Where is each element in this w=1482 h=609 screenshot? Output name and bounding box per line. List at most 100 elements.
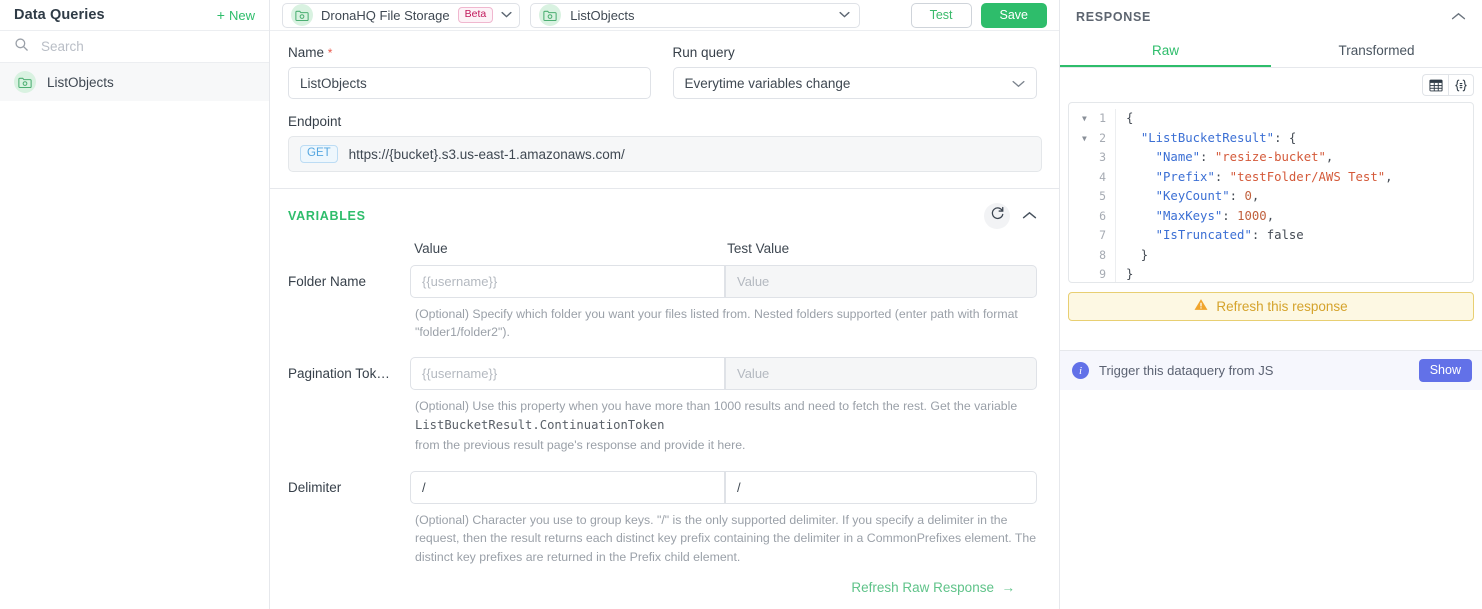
variables-header-actions [984,203,1037,229]
fold-toggle-icon[interactable]: ▼ [1082,109,1087,129]
connection-selector[interactable]: DronaHQ File Storage Beta [282,2,521,28]
response-title: RESPONSE [1076,10,1152,24]
refresh-raw-response-link[interactable]: Refresh Raw Response → [288,566,1037,605]
code-line-number: 8 [1099,247,1106,262]
table-view-icon[interactable] [1422,74,1448,96]
variable-help-prefix: (Optional) Specify which folder you want… [415,307,1018,340]
connection-name: DronaHQ File Storage [321,7,450,23]
code-line-text: "Name": "resize-bucket", [1115,148,1473,168]
sidebar-header: Data Queries + New [0,0,269,31]
folder-image-icon [539,4,562,26]
name-and-runquery-row: Name * Run query Everytime variables cha… [288,45,1037,99]
variable-label: Pagination Tok… [288,365,390,381]
operation-name: ListObjects [570,7,635,23]
tab-transformed[interactable]: Transformed [1271,34,1482,67]
variable-inputs [410,356,1037,390]
chevron-down-icon [1012,76,1025,91]
code-line: ▼ 2 "ListBucketResult": { [1069,128,1473,149]
show-button[interactable]: Show [1418,359,1472,382]
code-line-number: 4 [1099,169,1106,184]
plus-icon: + [216,7,225,23]
variable-value-input[interactable] [410,471,725,505]
variable-help-suffix: from the previous result page's response… [415,437,746,452]
response-header: RESPONSE [1060,0,1482,34]
code-line-text: { [1115,109,1473,129]
data-query-editor: Data Queries + New ListObjects [0,0,1482,609]
refresh-icon [990,206,1005,226]
sidebar-item-listobjects[interactable]: ListObjects [0,63,269,101]
variables-section: VARIABLES Value Test Value Folder Name {… [270,188,1059,605]
json-view-icon[interactable] [1448,74,1474,96]
code-line: 7 "IsTruncated": false [1069,226,1473,246]
arrow-right-icon: → [997,580,1015,596]
folder-image-icon [291,4,313,26]
code-line: 3 "Name": "resize-bucket", [1069,148,1473,168]
endpoint-field-group: Endpoint GET https://{bucket}.s3.us-east… [288,114,1042,172]
beta-badge: Beta [457,6,494,24]
variable-help-text: (Optional) Character you use to group ke… [415,511,1042,566]
variable-value-input[interactable] [410,356,725,390]
variables-header: VARIABLES [288,203,1037,229]
name-input[interactable] [288,67,651,99]
sidebar-title: Data Queries [14,7,105,23]
variable-row: Folder Name [288,265,1037,298]
code-line: 4 "Prefix": "testFolder/AWS Test", [1069,167,1473,187]
operation-selector[interactable]: ListObjects [530,2,861,28]
response-code-viewer[interactable]: ▼ 1{▼ 2 "ListBucketResult": {3 "Name": "re… [1068,102,1474,283]
endpoint-label: Endpoint [288,114,342,129]
new-query-button[interactable]: + New [217,8,255,23]
variable-label: Folder Name [288,274,367,289]
code-line-text: "MaxKeys": 1000, [1115,206,1473,226]
response-view-toggle [1060,68,1482,102]
collapse-variables-button[interactable] [1022,207,1037,225]
code-line-text: "KeyCount": 0, [1115,187,1473,207]
variable-test-value-input[interactable] [725,471,1037,505]
trigger-from-js-label: Trigger this dataquery from JS [1099,363,1274,378]
code-line-number: 7 [1099,228,1106,242]
run-query-select[interactable]: Everytime variables change [672,67,1037,99]
variable-test-value-input[interactable] [725,356,1037,390]
code-line-text: } [1115,265,1473,282]
chevron-up-icon [1022,207,1037,225]
collapse-response-button[interactable] [1451,8,1466,26]
column-header-value: Value [414,241,448,256]
chevron-down-icon [839,10,850,21]
new-query-label: New [228,7,255,23]
test-button[interactable]: Test [910,2,972,28]
response-panel: RESPONSE Raw Transformed ▼ 1 {▼ 2 "List… [1060,0,1482,609]
variable-value-input[interactable] [410,265,725,298]
variables-table: Value Test Value Folder Name (Optional) … [288,241,1037,566]
save-button[interactable]: Save [980,2,1047,28]
code-line-text: } [1115,245,1473,265]
variable-inputs [410,471,1037,505]
run-query-value: Everytime variables change [684,75,851,91]
name-label-text: Name [288,45,325,60]
refresh-response-warning[interactable]: Refresh this response [1068,292,1474,321]
code-line: ▼ 1{ [1069,109,1473,129]
sidebar-item-label: ListObjects [47,74,114,90]
code-line: 8 } [1069,245,1473,265]
refresh-variables-button[interactable] [984,203,1010,229]
code-line-number: ▼ 1 [1069,109,1115,129]
variable-help-prefix: (Optional) Use this property when you ha… [415,398,1018,413]
code-line-text: "Prefix": "testFolder/AWS Test", [1115,167,1473,187]
search-input[interactable] [39,38,219,55]
code-line-text: "ListBucketResult": { [1115,128,1473,148]
variable-inputs [410,265,1037,298]
chevron-down-icon [501,10,512,21]
run-query-label: Run query [672,45,735,60]
variable-test-value-input[interactable] [725,265,1037,298]
query-form: Name * Run query Everytime variables cha… [270,31,1059,609]
chevron-up-icon [1451,8,1466,26]
code-line: 6 "MaxKeys": 1000, [1069,206,1473,226]
sidebar-search[interactable] [0,31,269,63]
tab-raw[interactable]: Raw [1060,34,1271,67]
variable-row: Pagination Tok… [288,356,1037,390]
fold-toggle-icon[interactable]: ▼ [1082,129,1087,149]
query-config-panel: DronaHQ File Storage Beta ListObjects Te… [270,0,1060,609]
endpoint-display: GET https://{bucket}.s3.us-east-1.amazon… [288,136,1042,172]
variable-help-prefix: (Optional) Character you use to group ke… [415,513,1037,564]
variable-row: Delimiter [288,471,1037,505]
toolbar-actions: Test Save [910,2,1047,28]
code-line: 5 "KeyCount": 0, [1069,187,1473,207]
